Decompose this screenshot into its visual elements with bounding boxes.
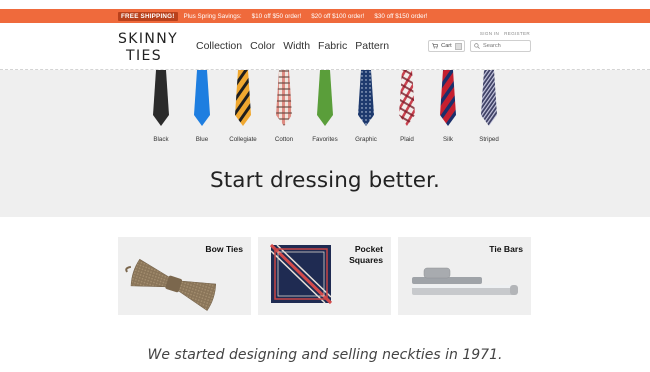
site-header: SKINNY TIES Collection Color Width Fabri… xyxy=(0,23,650,70)
brand-story-heading: We started designing and selling necktie… xyxy=(147,347,503,363)
tie-plaid[interactable] xyxy=(399,70,415,126)
category-title: Bow Ties xyxy=(205,244,243,255)
nav-collection[interactable]: Collection xyxy=(196,40,242,52)
tie-collegiate[interactable] xyxy=(235,70,251,126)
sign-in-link[interactable]: SIGN IN xyxy=(480,31,499,36)
tie-label-black[interactable]: Black xyxy=(153,136,168,143)
category-tie-bars[interactable]: Tie Bars xyxy=(398,237,531,315)
nav-fabric[interactable]: Fabric xyxy=(318,40,347,52)
tie-graphic[interactable] xyxy=(358,70,374,126)
tie-label-plaid[interactable]: Plaid xyxy=(400,136,414,143)
tie-label-blue[interactable]: Blue xyxy=(196,136,208,143)
hero-tagline: Start dressing better. xyxy=(210,168,440,193)
category-title-line: Pocket xyxy=(354,244,383,254)
search-input[interactable] xyxy=(483,43,528,49)
category-title: Tie Bars xyxy=(489,244,523,255)
tie-black[interactable] xyxy=(153,70,169,126)
tie-label-graphic[interactable]: Graphic xyxy=(355,136,377,143)
category-title-line: Tie Bars xyxy=(489,244,523,254)
nav-pattern[interactable]: Pattern xyxy=(355,40,389,52)
nav-color[interactable]: Color xyxy=(250,40,275,52)
tie-label-cotton[interactable]: Cotton xyxy=(275,136,293,143)
tie-favorites[interactable] xyxy=(317,70,333,126)
tie-label-silk[interactable]: Silk xyxy=(443,136,453,143)
category-title: Pocket Squares xyxy=(349,244,383,266)
account-links: SIGN IN REGISTER xyxy=(480,31,530,36)
site-logo[interactable]: SKINNY TIES xyxy=(118,31,179,64)
cart-button[interactable]: Cart xyxy=(428,40,465,52)
register-link[interactable]: REGISTER xyxy=(504,31,530,36)
logo-line-2: TIES xyxy=(126,48,163,64)
promo-banner[interactable]: FREE SHIPPING! Plus Spring Savings: $10 … xyxy=(0,9,650,23)
cart-icon xyxy=(432,43,439,49)
tie-cotton[interactable] xyxy=(276,70,292,126)
tie-label-striped[interactable]: Striped xyxy=(479,136,499,143)
tie-carousel xyxy=(153,70,497,126)
promo-lead: Plus Spring Savings: xyxy=(183,12,242,20)
promo-offer: $30 off $150 order! xyxy=(374,12,428,20)
cart-label: Cart xyxy=(441,43,452,49)
search-icon xyxy=(474,43,480,49)
category-title-line: Bow Ties xyxy=(205,244,243,254)
category-pocket-squares[interactable]: Pocket Squares xyxy=(258,237,391,315)
logo-line-1: SKINNY xyxy=(118,31,179,47)
category-title-line: Squares xyxy=(349,255,383,265)
tie-label-favorites[interactable]: Favorites xyxy=(312,136,337,143)
tie-striped[interactable] xyxy=(481,70,497,126)
search-box[interactable] xyxy=(470,40,531,52)
main-nav: Collection Color Width Fabric Pattern xyxy=(196,40,389,52)
category-bow-ties[interactable]: Bow Ties xyxy=(118,237,251,315)
category-cards: Bow Ties Pocket Squares Tie Bars xyxy=(118,237,532,315)
tie-silk[interactable] xyxy=(440,70,456,126)
cart-count-box xyxy=(454,42,462,50)
tie-label-collegiate[interactable]: Collegiate xyxy=(229,136,257,143)
promo-offer: $20 off $100 order! xyxy=(311,12,365,20)
free-shipping-badge: FREE SHIPPING! xyxy=(118,11,178,21)
tie-blue[interactable] xyxy=(194,70,210,126)
nav-width[interactable]: Width xyxy=(283,40,310,52)
promo-offer: $10 off $50 order! xyxy=(251,12,302,20)
hero-section: Black Blue Collegiate Cotton Favorites G… xyxy=(0,70,650,217)
